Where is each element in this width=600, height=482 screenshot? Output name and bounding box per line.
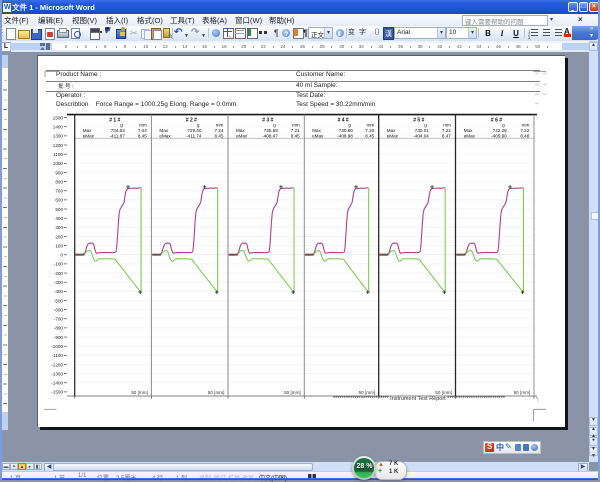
svg-text:-300: -300 <box>54 280 64 285</box>
svg-text:50 [mm]: 50 [mm] <box>208 390 225 395</box>
svg-text:-1200: -1200 <box>51 362 63 367</box>
svg-text:730.80: 730.80 <box>339 128 353 133</box>
svg-text:800: 800 <box>55 179 63 184</box>
svg-text:600: 600 <box>55 198 63 203</box>
svg-text:7.21: 7.21 <box>442 128 451 133</box>
svg-text:0: 0 <box>60 253 63 258</box>
svg-text:734.63: 734.63 <box>111 128 125 133</box>
svg-text:8.45: 8.45 <box>291 133 300 138</box>
svg-text:400: 400 <box>55 216 63 221</box>
svg-text:eMax: eMax <box>159 133 171 138</box>
svg-text:729.40: 729.40 <box>187 128 201 133</box>
svg-text:-1100: -1100 <box>52 353 64 358</box>
svg-text:300: 300 <box>55 225 63 230</box>
svg-text:eMax: eMax <box>312 133 324 138</box>
svg-text:mm: mm <box>367 123 375 128</box>
svg-text:1500: 1500 <box>53 115 64 120</box>
svg-text:50 [mm]: 50 [mm] <box>284 390 301 395</box>
svg-text:7.04: 7.04 <box>138 128 147 133</box>
svg-text:mm: mm <box>216 123 224 128</box>
svg-text:500: 500 <box>55 207 63 212</box>
svg-text:-1500: -1500 <box>51 390 63 395</box>
svg-text:# 2 #: # 2 # <box>186 118 197 124</box>
svg-text:1400: 1400 <box>53 125 64 130</box>
svg-text:-1000: -1000 <box>51 344 63 349</box>
svg-text:-900: -900 <box>54 335 64 340</box>
svg-text:7.24: 7.24 <box>214 128 223 133</box>
svg-text:7.22: 7.22 <box>520 128 529 133</box>
svg-text:# 5 #: # 5 # <box>413 118 424 124</box>
svg-text:# 1 #: # 1 # <box>109 118 120 124</box>
svg-text:1000: 1000 <box>53 161 64 166</box>
svg-text:8.45: 8.45 <box>214 133 223 138</box>
svg-text:mm: mm <box>139 123 147 128</box>
svg-text:Max: Max <box>464 128 473 133</box>
svg-text:-405.90: -405.90 <box>491 133 507 138</box>
svg-text:Max: Max <box>236 128 245 133</box>
svg-text:8.45: 8.45 <box>138 133 147 138</box>
svg-text:g: g <box>197 123 200 128</box>
svg-text:1200: 1200 <box>53 143 64 148</box>
svg-text:700: 700 <box>55 189 63 194</box>
svg-text:mm: mm <box>443 123 451 128</box>
svg-text:50 [mm]: 50 [mm] <box>131 390 148 395</box>
svg-text:Max: Max <box>83 128 92 133</box>
svg-text:50 [mm]: 50 [mm] <box>435 390 452 395</box>
svg-text:8.45: 8.45 <box>365 133 374 138</box>
svg-text:8.47: 8.47 <box>442 133 451 138</box>
svg-text:742.28: 742.28 <box>493 128 507 133</box>
svg-text:-600: -600 <box>54 307 64 312</box>
svg-text:1300: 1300 <box>53 134 64 139</box>
svg-text:-500: -500 <box>54 298 64 303</box>
svg-text:# 3 #: # 3 # <box>262 118 273 124</box>
svg-text:-800: -800 <box>54 326 64 331</box>
svg-text:100: 100 <box>55 243 63 248</box>
svg-text:eMax: eMax <box>387 133 399 138</box>
svg-text:g: g <box>273 123 276 128</box>
svg-text:7.20: 7.20 <box>365 128 374 133</box>
svg-text:735.58: 735.58 <box>264 128 278 133</box>
svg-text:eMax: eMax <box>83 133 95 138</box>
svg-text:g: g <box>120 123 123 128</box>
svg-text:eMax: eMax <box>236 133 248 138</box>
svg-text:-411.74: -411.74 <box>186 133 202 138</box>
svg-text:8.48: 8.48 <box>520 133 529 138</box>
svg-text:-400: -400 <box>54 289 64 294</box>
svg-text:730.01: 730.01 <box>415 128 429 133</box>
svg-text:Max: Max <box>159 128 168 133</box>
svg-text:50 [mm]: 50 [mm] <box>514 390 531 395</box>
svg-text:-408.98: -408.98 <box>337 133 353 138</box>
svg-text:-408.47: -408.47 <box>262 133 278 138</box>
svg-text:# 6 #: # 6 # <box>491 118 502 124</box>
svg-text:g: g <box>348 123 351 128</box>
svg-text:1100: 1100 <box>53 152 63 157</box>
svg-text:-700: -700 <box>54 317 64 322</box>
svg-text:Max: Max <box>387 128 396 133</box>
svg-text:50 [mm]: 50 [mm] <box>359 390 376 395</box>
svg-text:-1300: -1300 <box>51 371 63 376</box>
svg-text:Max: Max <box>312 128 321 133</box>
svg-text:mm: mm <box>522 123 530 128</box>
svg-text:eMax: eMax <box>464 133 476 138</box>
svg-text:-100: -100 <box>54 262 64 267</box>
svg-text:-200: -200 <box>54 271 64 276</box>
svg-text:7.21: 7.21 <box>291 128 300 133</box>
svg-text:-411.87: -411.87 <box>110 133 126 138</box>
svg-text:-404.04: -404.04 <box>413 133 429 138</box>
svg-text:200: 200 <box>55 234 63 239</box>
svg-text:900: 900 <box>55 170 63 175</box>
svg-text:-1400: -1400 <box>51 381 63 386</box>
svg-text:g: g <box>424 123 427 128</box>
svg-text:# 4 #: # 4 # <box>338 118 349 124</box>
svg-text:g: g <box>502 123 505 128</box>
svg-text:mm: mm <box>292 123 300 128</box>
